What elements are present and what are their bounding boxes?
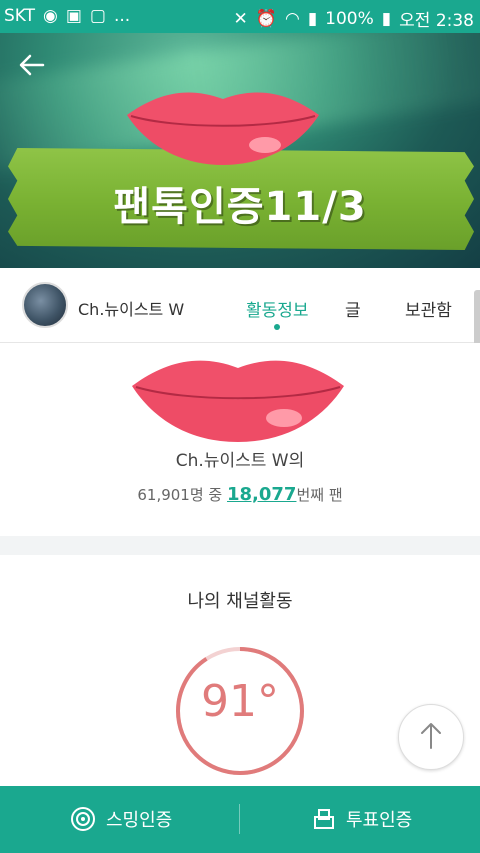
fan-rank: 61,901명 중 18,077번째 팬 bbox=[0, 484, 480, 505]
channel-avatar[interactable] bbox=[22, 282, 68, 328]
bottom-action-bar: 스밍인증 투표인증 bbox=[0, 786, 480, 853]
notification-icon: ◉ bbox=[43, 6, 58, 26]
ballot-icon bbox=[314, 809, 334, 829]
channel-name: Ch.뉴이스트 W bbox=[78, 300, 185, 319]
streaming-verify-button[interactable]: 스밍인증 bbox=[70, 806, 172, 832]
status-bar: SKT ◉ ▣ ▢ ... ✕ ⏰ ◠ ▮ 100% ▮ 오전 2:38 bbox=[0, 0, 480, 33]
tab-activity[interactable]: 활동정보 bbox=[246, 296, 309, 321]
vote-verify-label: 투표인증 bbox=[346, 810, 413, 831]
mute-icon: ✕ bbox=[233, 8, 248, 29]
streaming-verify-label: 스밍인증 bbox=[106, 810, 173, 831]
back-button[interactable] bbox=[14, 50, 50, 80]
clock: 오전 2:38 bbox=[399, 11, 474, 31]
active-tab-indicator bbox=[274, 324, 280, 330]
battery-percent: 100% bbox=[325, 8, 374, 29]
battery-icon: ▮ bbox=[381, 8, 392, 29]
rank-suffix: 번째 팬 bbox=[296, 486, 343, 504]
carrier-label: SKT bbox=[4, 6, 36, 26]
instagram-icon: ▣ bbox=[65, 6, 82, 26]
bottom-divider bbox=[239, 804, 240, 834]
banner-title: 팬톡인증11/3 bbox=[113, 184, 367, 230]
message-icon: ▢ bbox=[89, 6, 106, 26]
arrow-up-icon bbox=[421, 723, 441, 749]
total-fans: 61,901명 중 bbox=[137, 486, 223, 504]
target-icon bbox=[71, 807, 95, 831]
activity-title: 나의 채널활동 bbox=[187, 591, 293, 612]
scroll-to-top-button[interactable] bbox=[398, 704, 464, 770]
alarm-icon: ⏰ bbox=[255, 8, 277, 29]
fan-name: Ch.뉴이스트 W의 bbox=[175, 451, 305, 471]
wifi-icon: ◠ bbox=[284, 8, 300, 29]
channel-bar: Ch.뉴이스트 W 활동정보 글 보관함 bbox=[0, 268, 480, 343]
rank-number[interactable]: 18,077 bbox=[227, 484, 296, 505]
vote-verify-button[interactable]: 투표인증 bbox=[312, 806, 412, 832]
lips-sticker-profile bbox=[132, 360, 344, 442]
back-arrow-icon bbox=[19, 54, 45, 76]
lips-sticker-top bbox=[127, 92, 319, 165]
signal-icon: ▮ bbox=[307, 8, 318, 29]
status-extra: ... bbox=[113, 6, 131, 26]
tab-posts[interactable]: 글 bbox=[345, 296, 361, 321]
tab-storage[interactable]: 보관함 bbox=[405, 296, 452, 321]
